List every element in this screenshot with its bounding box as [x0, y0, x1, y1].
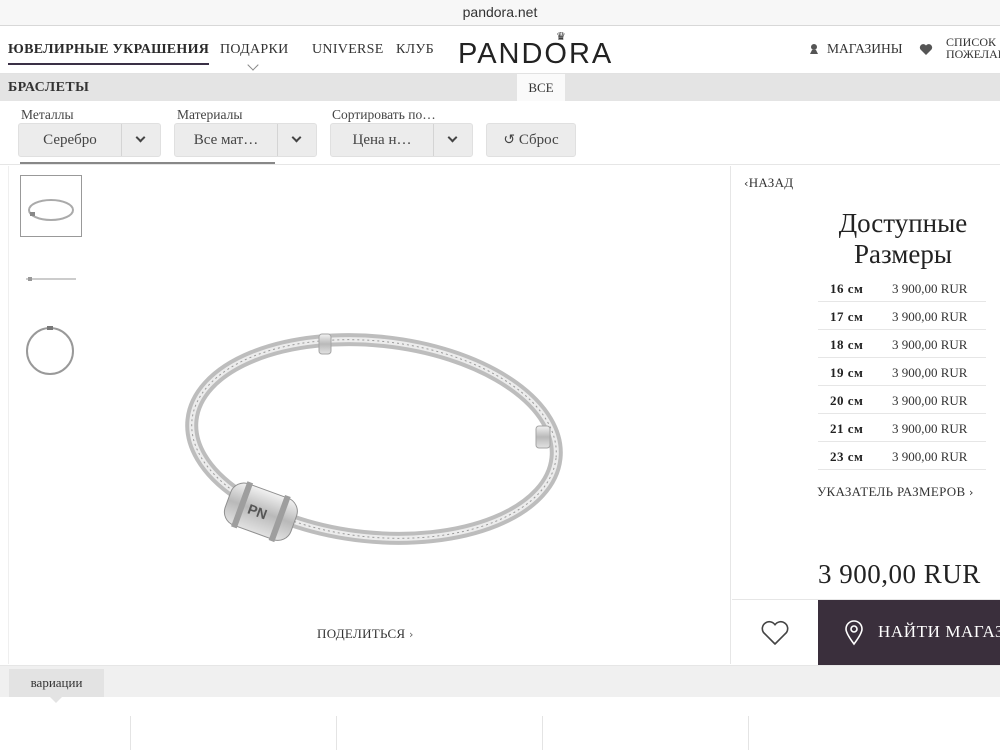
tab-variations[interactable]: вариации: [9, 669, 104, 703]
nav-stores-label: МАГАЗИНЫ: [827, 41, 903, 56]
materials-select[interactable]: Все мат…: [174, 123, 317, 157]
product-actions: НАЙТИ МАГАЗИН: [732, 599, 1000, 665]
variation-divider: [336, 716, 337, 750]
size-price: 3 900,00 RUR: [892, 337, 968, 352]
browser-url-bar[interactable]: pandora.net: [0, 0, 1000, 26]
size-value: 16 см: [830, 281, 864, 296]
reset-label: Сброс: [518, 132, 559, 148]
size-price: 3 900,00 RUR: [892, 309, 968, 324]
size-value: 18 см: [830, 337, 864, 352]
chevron-right-icon: ›: [969, 486, 974, 499]
chevron-down-icon: [135, 132, 146, 143]
size-row[interactable]: 16 см 3 900,00 RUR: [818, 274, 986, 302]
product-info-panel: ‹НАЗАД Доступные Размеры 16 см 3 900,00 R…: [732, 166, 1000, 665]
size-value: 17 см: [830, 309, 864, 324]
metals-value: Серебро: [43, 132, 97, 148]
back-link[interactable]: ‹НАЗАД: [744, 175, 793, 191]
filter-underline: [20, 162, 275, 164]
size-price: 3 900,00 RUR: [892, 365, 968, 380]
variation-divider: [748, 716, 749, 750]
materials-value: Все мат…: [193, 132, 259, 148]
materials-label: Материалы: [177, 107, 243, 122]
crown-icon: ♛: [556, 30, 566, 43]
nav-wishlist[interactable]: СПИСОК ПОЖЕЛАНИЙ: [946, 36, 1000, 60]
size-price: 3 900,00 RUR: [892, 393, 968, 408]
size-table: 16 см 3 900,00 RUR 17 см 3 900,00 RUR 18 с…: [818, 274, 986, 470]
top-navigation: ЮВЕЛИРНЫЕ УКРАШЕНИЯ ПОДАРКИ UNIVERSE КЛУ…: [0, 26, 1000, 74]
sort-select[interactable]: Цена н…: [330, 123, 473, 157]
reset-icon: ↺: [503, 132, 516, 148]
thumbnail-2[interactable]: [20, 247, 82, 309]
sort-label: Сортировать по…: [332, 107, 436, 122]
heart-outline-icon: [761, 620, 789, 645]
variations-bar: вариации: [0, 666, 1000, 703]
category-title: БРАСЛЕТЫ: [8, 80, 90, 95]
select-divider: [433, 124, 434, 156]
find-store-label: НАЙТИ МАГАЗИН: [878, 622, 1000, 641]
size-row[interactable]: 19 см 3 900,00 RUR: [818, 358, 986, 386]
size-row[interactable]: 18 см 3 900,00 RUR: [818, 330, 986, 358]
nav-universe[interactable]: UNIVERSE: [312, 42, 384, 58]
variations-section: вариации: [0, 665, 1000, 750]
pandora-logo[interactable]: PANDORA: [458, 38, 613, 71]
product-gallery: PN ПОДЕЛИТЬСЯ ›: [8, 166, 731, 664]
size-price: 3 900,00 RUR: [892, 421, 968, 436]
select-divider: [121, 124, 122, 156]
size-row[interactable]: 23 см 3 900,00 RUR: [818, 442, 986, 470]
share-label: ПОДЕЛИТЬСЯ: [317, 626, 406, 641]
bracelet-thumbnail-image: [28, 199, 74, 221]
size-value: 21 см: [830, 421, 864, 436]
size-price: 3 900,00 RUR: [892, 281, 968, 296]
variation-divider: [130, 716, 131, 750]
bracelet-main-image: PN: [185, 333, 563, 545]
size-price: 3 900,00 RUR: [892, 449, 968, 464]
back-label: НАЗАД: [748, 175, 794, 190]
bracelet-top-thumbnail-image: [26, 326, 74, 375]
chevron-down-icon: [291, 132, 302, 143]
chevron-right-icon: ›: [408, 628, 414, 641]
tab-all[interactable]: ВСЕ: [517, 74, 565, 101]
metals-select[interactable]: Серебро: [18, 123, 161, 157]
metals-label: Металлы: [21, 107, 74, 122]
filter-bar: Металлы Серебро Материалы Все мат… Сорти…: [0, 101, 1000, 165]
size-value: 20 см: [830, 393, 864, 408]
reset-button[interactable]: ↺ Сброс: [486, 123, 576, 157]
chevron-down-icon: [447, 132, 458, 143]
location-pin-icon: [810, 44, 818, 54]
sizes-title-line-1: Доступные: [838, 208, 968, 238]
nav-gifts[interactable]: ПОДАРКИ: [220, 42, 289, 58]
product-price: 3 900,00 RUR: [818, 559, 981, 589]
share-link[interactable]: ПОДЕЛИТЬСЯ ›: [317, 626, 414, 642]
sort-value: Цена н…: [352, 132, 412, 148]
available-sizes-title: Доступные Размеры: [818, 208, 988, 270]
size-value: 23 см: [830, 449, 864, 464]
size-row[interactable]: 20 см 3 900,00 RUR: [818, 386, 986, 414]
wishlist-line-2: ПОЖЕЛАНИЙ: [946, 47, 1000, 61]
size-row[interactable]: 21 см 3 900,00 RUR: [818, 414, 986, 442]
size-value: 19 см: [830, 365, 864, 380]
sizes-title-line-2: Размеры: [854, 239, 952, 269]
add-to-wishlist-button[interactable]: [732, 600, 818, 665]
heart-icon[interactable]: [919, 43, 933, 56]
size-guide-label: УКАЗАТЕЛЬ РАЗМЕРОВ: [817, 484, 966, 499]
nav-stores[interactable]: МАГАЗИНЫ: [808, 41, 903, 57]
nav-jewelry[interactable]: ЮВЕЛИРНЫЕ УКРАШЕНИЯ: [8, 42, 210, 65]
location-pin-icon: [845, 620, 863, 646]
select-divider: [277, 124, 278, 156]
size-row[interactable]: 17 см 3 900,00 RUR: [818, 302, 986, 330]
size-guide-link[interactable]: УКАЗАТЕЛЬ РАЗМЕРОВ ›: [817, 484, 974, 500]
category-bar: БРАСЛЕТЫ ВСЕ: [0, 74, 1000, 101]
thumbnail-1[interactable]: [20, 175, 82, 237]
chevron-down-icon: [247, 59, 259, 71]
variation-divider: [542, 716, 543, 750]
find-store-button[interactable]: НАЙТИ МАГАЗИН: [818, 600, 1000, 665]
thumbnail-3[interactable]: [20, 319, 82, 381]
nav-club[interactable]: КЛУБ: [396, 42, 434, 58]
bracelet-side-thumbnail-image: [26, 277, 76, 281]
